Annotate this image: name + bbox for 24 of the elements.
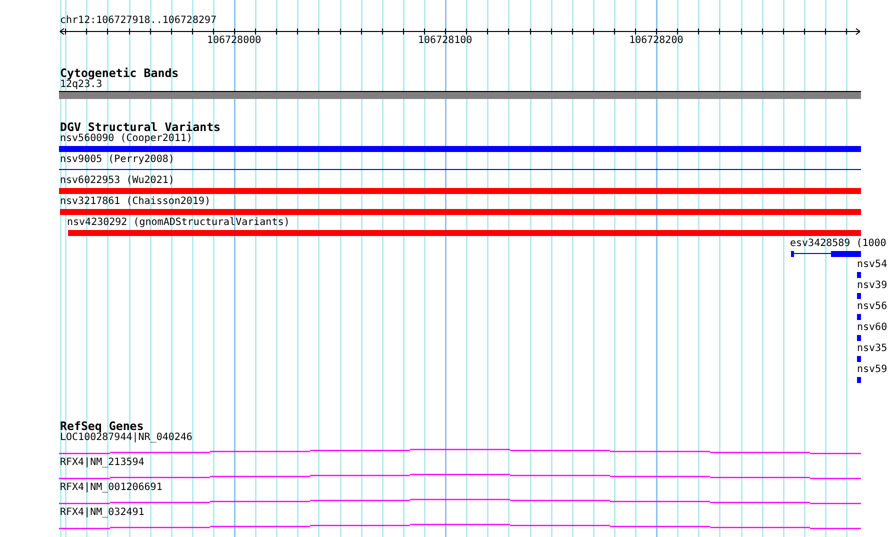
feature-label: nsv4230292 (gnomADStructuralVariants)	[66, 217, 290, 229]
feature-label: nsv54	[856, 259, 888, 271]
track-title: RefSeq Genes	[59, 420, 144, 432]
feature-label: nsv39	[856, 280, 888, 292]
tick-label: 106728100	[418, 35, 472, 47]
tick-label: 106728200	[629, 35, 684, 47]
feature-label: nsv560090 (Cooper2011)	[59, 133, 192, 145]
feature-label: nsv9005 (Perry2008)	[59, 154, 174, 166]
feature-label: LOC100287944|NR_040246	[59, 432, 192, 444]
tick-label: 106728000	[206, 35, 262, 47]
feature-label: RFX4|NM_213594	[59, 457, 144, 469]
track-title: DGV Structural Variants	[59, 121, 222, 133]
feature-label: nsv3217861 (Chaisson2019)	[59, 196, 211, 208]
feature-label: nsv35	[856, 343, 888, 355]
feature-label: nsv59	[856, 364, 888, 376]
feature-label: RFX4|NM_001206691	[59, 482, 162, 494]
feature-label: nsv6022953 (Wu2021)	[59, 175, 174, 187]
feature-label: esv3428589 (1000	[789, 238, 886, 250]
track-title: Cytogenetic Bands	[59, 67, 180, 79]
region-label: chr12:106727918..106728297	[59, 15, 217, 27]
feature-label: 12q23.3	[59, 79, 102, 91]
feature-label: nsv56	[856, 301, 888, 313]
feature-label: nsv60	[856, 322, 888, 334]
feature-label: RFX4|NM_032491	[59, 507, 144, 519]
